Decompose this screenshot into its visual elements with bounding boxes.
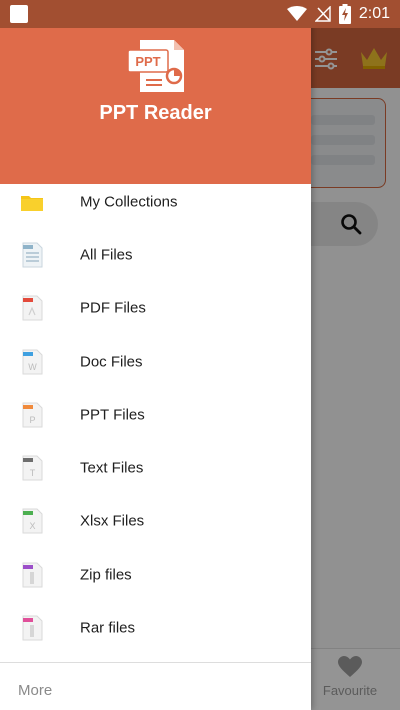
pdf-file-icon xyxy=(22,295,43,321)
zip-file-icon xyxy=(22,562,43,588)
menu-item-xlsx-files[interactable]: X Xlsx Files xyxy=(0,495,311,548)
wifi-icon xyxy=(286,6,307,21)
menu-item-label: All Files xyxy=(80,246,133,264)
menu-item-my-collections[interactable]: My Collections xyxy=(0,175,311,228)
svg-text:X: X xyxy=(29,521,35,531)
folder-icon xyxy=(21,195,43,211)
status-time: 2:01 xyxy=(358,5,390,22)
menu-item-pdf-files[interactable]: PDF Files xyxy=(0,282,311,335)
rar-file-icon xyxy=(22,615,43,641)
menu-item-label: Zip files xyxy=(80,566,132,584)
menu-item-ppt-files[interactable]: P PPT Files xyxy=(0,388,311,441)
navigation-drawer: PPT PPT Reader My Collections All Files … xyxy=(0,0,311,710)
svg-text:P: P xyxy=(29,415,35,425)
menu-item-all-files[interactable]: All Files xyxy=(0,228,311,281)
menu-item-doc-files[interactable]: W Doc Files xyxy=(0,335,311,388)
xlsx-file-icon: X xyxy=(22,508,43,534)
menu-item-label: My Collections xyxy=(80,193,178,211)
doc-file-icon: W xyxy=(22,349,43,375)
menu-item-label: PPT Files xyxy=(80,406,145,424)
status-icons: 2:01 xyxy=(286,0,390,28)
notification-icon xyxy=(10,5,28,23)
text-file-icon: T xyxy=(22,455,43,481)
status-bar: 2:01 xyxy=(0,0,400,28)
menu-item-text-files[interactable]: T Text Files xyxy=(0,441,311,494)
logo-text: PPT xyxy=(135,54,160,69)
app-logo-icon: PPT xyxy=(127,40,184,92)
more-section-label: More xyxy=(18,682,53,699)
screen: Favourite 2:01 PPT PPT Reader My Collect… xyxy=(0,0,400,710)
svg-text:W: W xyxy=(28,362,37,372)
menu-item-rar-files[interactable]: Rar files xyxy=(0,601,311,654)
menu-item-zip-files[interactable]: Zip files xyxy=(0,548,311,601)
no-signal-icon xyxy=(314,6,331,22)
menu-item-label: PDF Files xyxy=(80,299,146,317)
drawer-menu: My Collections All Files PDF Files W Doc… xyxy=(0,175,311,655)
ppt-file-icon: P xyxy=(22,402,43,428)
all-files-icon xyxy=(22,242,43,268)
battery-charging-icon xyxy=(338,4,351,24)
app-name: PPT Reader xyxy=(99,102,212,124)
drawer-divider xyxy=(0,662,311,663)
menu-item-label: Xlsx Files xyxy=(80,512,145,530)
menu-item-label: Text Files xyxy=(80,459,144,477)
menu-item-label: Rar files xyxy=(80,619,136,637)
menu-item-label: Doc Files xyxy=(80,353,143,371)
svg-text:T: T xyxy=(30,468,36,478)
